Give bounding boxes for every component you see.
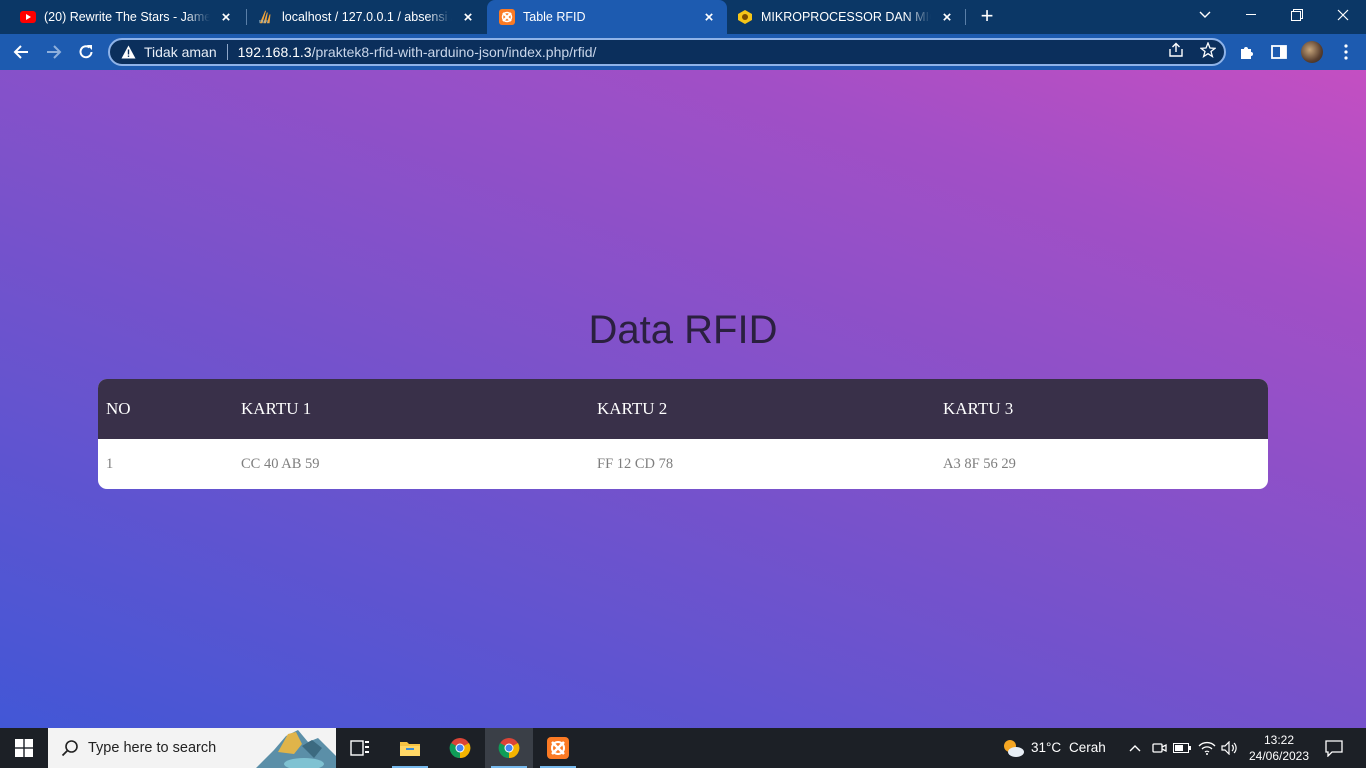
close-icon[interactable]: × (460, 9, 476, 26)
clock-date: 24/06/2023 (1248, 749, 1310, 763)
system-clock[interactable]: 13:22 24/06/2023 (1240, 732, 1318, 764)
table-header-row: NO KARTU 1 KARTU 2 KARTU 3 (98, 379, 1268, 439)
menu-kebab-icon[interactable] (1333, 39, 1359, 65)
minimize-button[interactable] (1228, 0, 1274, 30)
search-placeholder: Type here to search (88, 740, 217, 756)
clock-time: 13:22 (1263, 733, 1295, 747)
youtube-icon (20, 9, 36, 25)
address-divider (226, 44, 228, 60)
weather-icon[interactable] (1001, 738, 1025, 758)
header-kartu-2: KARTU 2 (597, 399, 668, 418)
close-icon[interactable]: × (701, 9, 717, 26)
close-window-button[interactable] (1320, 0, 1366, 30)
reload-button[interactable] (73, 39, 99, 65)
task-view-button[interactable] (336, 728, 384, 768)
wifi-icon[interactable] (1197, 738, 1217, 758)
tab-table-rfid[interactable]: Table RFID × (487, 0, 727, 34)
windows-taskbar: Type here to search 31°C Cerah 13:22 24/… (0, 728, 1366, 768)
phpmyadmin-icon: PMA (258, 9, 274, 25)
xampp-icon (547, 737, 569, 759)
tab-strip: (20) Rewrite The Stars - James Ar × PMA … (0, 0, 1366, 34)
share-icon[interactable] (1164, 38, 1188, 62)
page-viewport: Data RFID NO KARTU 1 KARTU 2 KARTU 3 1 C… (0, 70, 1366, 728)
url-path: /praktek8-rfid-with-arduino-json/index.p… (311, 44, 597, 60)
header-no: NO (106, 399, 131, 418)
extensions-puzzle-icon[interactable] (1234, 39, 1260, 65)
avatar (1301, 41, 1323, 63)
chrome-active-button[interactable] (485, 728, 533, 768)
tab-mikroprocessor[interactable]: MIKROPROCESSOR DAN MICROC × (727, 0, 965, 34)
address-bar[interactable]: Tidak aman 192.168.1.3 /praktek8-rfid-wi… (108, 38, 1226, 66)
xampp-icon (499, 9, 515, 25)
cell-kartu-3: A3 8F 56 29 (943, 455, 1016, 472)
battery-icon[interactable] (1172, 738, 1192, 758)
security-label[interactable]: Tidak aman (144, 44, 217, 60)
tab-youtube[interactable]: (20) Rewrite The Stars - James Ar × (0, 0, 244, 34)
moodle-icon (737, 9, 753, 25)
tab-divider (965, 9, 966, 25)
chrome-icon (449, 738, 471, 759)
header-kartu-1: KARTU 1 (241, 399, 312, 418)
forward-button[interactable] (41, 39, 67, 65)
browser-toolbar: Tidak aman 192.168.1.3 /praktek8-rfid-wi… (0, 34, 1366, 70)
restore-button[interactable] (1274, 0, 1320, 30)
search-highlight-illustration (256, 730, 336, 768)
rfid-table: NO KARTU 1 KARTU 2 KARTU 3 1 CC 40 AB 59… (98, 379, 1268, 489)
close-icon[interactable]: × (939, 9, 955, 26)
search-icon (60, 738, 80, 758)
tab-title: MIKROPROCESSOR DAN MICROC (761, 10, 931, 24)
tab-title: (20) Rewrite The Stars - James Ar (44, 10, 210, 24)
cell-no: 1 (106, 455, 114, 472)
table-row: 1 CC 40 AB 59 FF 12 CD 78 A3 8F 56 29 (98, 439, 1268, 489)
cell-kartu-2: FF 12 CD 78 (597, 455, 674, 472)
start-button[interactable] (0, 728, 48, 768)
header-kartu-3: KARTU 3 (943, 399, 1014, 418)
weather-temperature[interactable]: 31°C (1031, 740, 1061, 755)
xampp-button[interactable] (534, 728, 582, 768)
chrome-icon (498, 738, 520, 759)
tab-title: localhost / 127.0.0.1 / absensi / rf (282, 10, 452, 24)
url-host: 192.168.1.3 (237, 44, 312, 60)
file-explorer-button[interactable] (386, 728, 434, 768)
meet-now-icon[interactable] (1149, 738, 1169, 758)
warning-icon[interactable] (120, 44, 136, 60)
back-button[interactable] (8, 39, 34, 65)
taskbar-search-input[interactable]: Type here to search (48, 728, 336, 768)
tab-phpmyadmin[interactable]: PMA localhost / 127.0.0.1 / absensi / rf… (238, 0, 486, 34)
side-panel-icon[interactable] (1266, 39, 1292, 65)
chrome-button[interactable] (436, 728, 484, 768)
weather-condition[interactable]: Cerah (1069, 740, 1106, 755)
folder-icon (400, 742, 420, 756)
svg-text:PMA: PMA (259, 19, 269, 24)
new-tab-button[interactable]: + (975, 5, 999, 28)
tab-search-chevron-icon[interactable] (1182, 0, 1228, 30)
page-title: Data RFID (588, 308, 778, 352)
notifications-icon[interactable] (1323, 738, 1345, 758)
profile-avatar[interactable] (1299, 39, 1325, 65)
bookmark-star-icon[interactable] (1196, 38, 1220, 62)
chevron-up-icon[interactable] (1125, 738, 1145, 758)
volume-icon[interactable] (1220, 738, 1240, 758)
tab-title: Table RFID (523, 10, 586, 24)
cell-kartu-1: CC 40 AB 59 (241, 455, 320, 472)
close-icon[interactable]: × (218, 9, 234, 26)
